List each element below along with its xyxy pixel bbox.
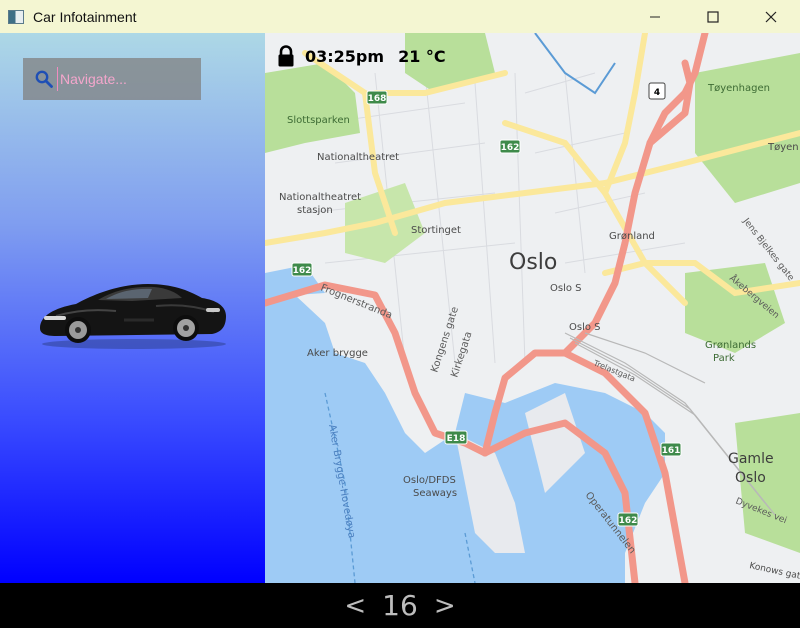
navigate-input[interactable] bbox=[57, 67, 197, 91]
label-oslo-s-1: Oslo S bbox=[550, 283, 582, 294]
label-toyen: Tøyen bbox=[767, 142, 799, 153]
label-oslo-s-2: Oslo S bbox=[569, 322, 601, 333]
car-image bbox=[40, 284, 226, 349]
road-shield-161: 161 bbox=[662, 446, 681, 456]
label-stortinget: Stortinget bbox=[411, 225, 461, 236]
label-gronlands-park-2: Park bbox=[713, 353, 735, 364]
label-aker-brygge: Aker brygge bbox=[307, 348, 368, 359]
map-view[interactable]: 168 162 162 161 162 4 E18 Slottsparken N… bbox=[265, 33, 800, 583]
maximize-icon bbox=[707, 10, 719, 23]
close-button[interactable] bbox=[742, 0, 800, 33]
label-oslo-dfds-2: Seaways bbox=[413, 488, 457, 499]
label-toyenhagen: Tøyenhagen bbox=[707, 83, 770, 94]
window-controls bbox=[626, 0, 800, 33]
road-shield-162-west: 162 bbox=[293, 266, 312, 276]
search-icon bbox=[35, 70, 53, 88]
label-gronland: Grønland bbox=[609, 231, 655, 242]
label-oslo: Oslo bbox=[509, 250, 557, 275]
maximize-button[interactable] bbox=[684, 0, 742, 33]
window-titlebar: Car Infotainment bbox=[0, 0, 800, 33]
navigate-search-box[interactable] bbox=[23, 58, 201, 100]
road-shield-e18: E18 bbox=[447, 434, 466, 444]
status-overlay: 03:25pm 21 °C bbox=[277, 45, 446, 67]
label-nationaltheatret: Nationaltheatret bbox=[317, 152, 399, 163]
app-icon bbox=[8, 9, 24, 24]
label-gamle-oslo-1: Gamle bbox=[728, 451, 774, 467]
road-shield-162-north: 162 bbox=[501, 143, 520, 153]
temperature: 21 °C bbox=[398, 46, 446, 66]
minimize-button[interactable] bbox=[626, 0, 684, 33]
label-gronlands-park-1: Grønlands bbox=[705, 340, 756, 351]
lock-icon bbox=[278, 45, 294, 67]
close-icon bbox=[765, 11, 777, 22]
window-title: Car Infotainment bbox=[33, 8, 137, 25]
left-panel bbox=[0, 33, 265, 583]
road-shield-168: 168 bbox=[368, 94, 387, 104]
road-shield-162-south: 162 bbox=[619, 516, 638, 526]
map-canvas[interactable]: 168 162 162 161 162 4 E18 Slottsparken N… bbox=[265, 33, 800, 583]
bottom-pager: < 16 > bbox=[0, 583, 800, 628]
clock-time: 03:25pm bbox=[305, 46, 385, 66]
minimize-icon bbox=[650, 16, 660, 17]
label-slottsparken: Slottsparken bbox=[287, 115, 350, 126]
prev-button[interactable]: < bbox=[334, 591, 376, 621]
next-button[interactable]: > bbox=[424, 591, 466, 621]
label-oslo-dfds-1: Oslo/DFDS bbox=[403, 475, 456, 486]
label-nationaltheatret-stasjon-1: Nationaltheatret bbox=[279, 192, 361, 203]
page-number: 16 bbox=[382, 589, 418, 622]
road-shield-4: 4 bbox=[654, 88, 660, 98]
label-nationaltheatret-stasjon-2: stasjon bbox=[297, 205, 333, 216]
label-gamle-oslo-2: Oslo bbox=[735, 470, 766, 486]
